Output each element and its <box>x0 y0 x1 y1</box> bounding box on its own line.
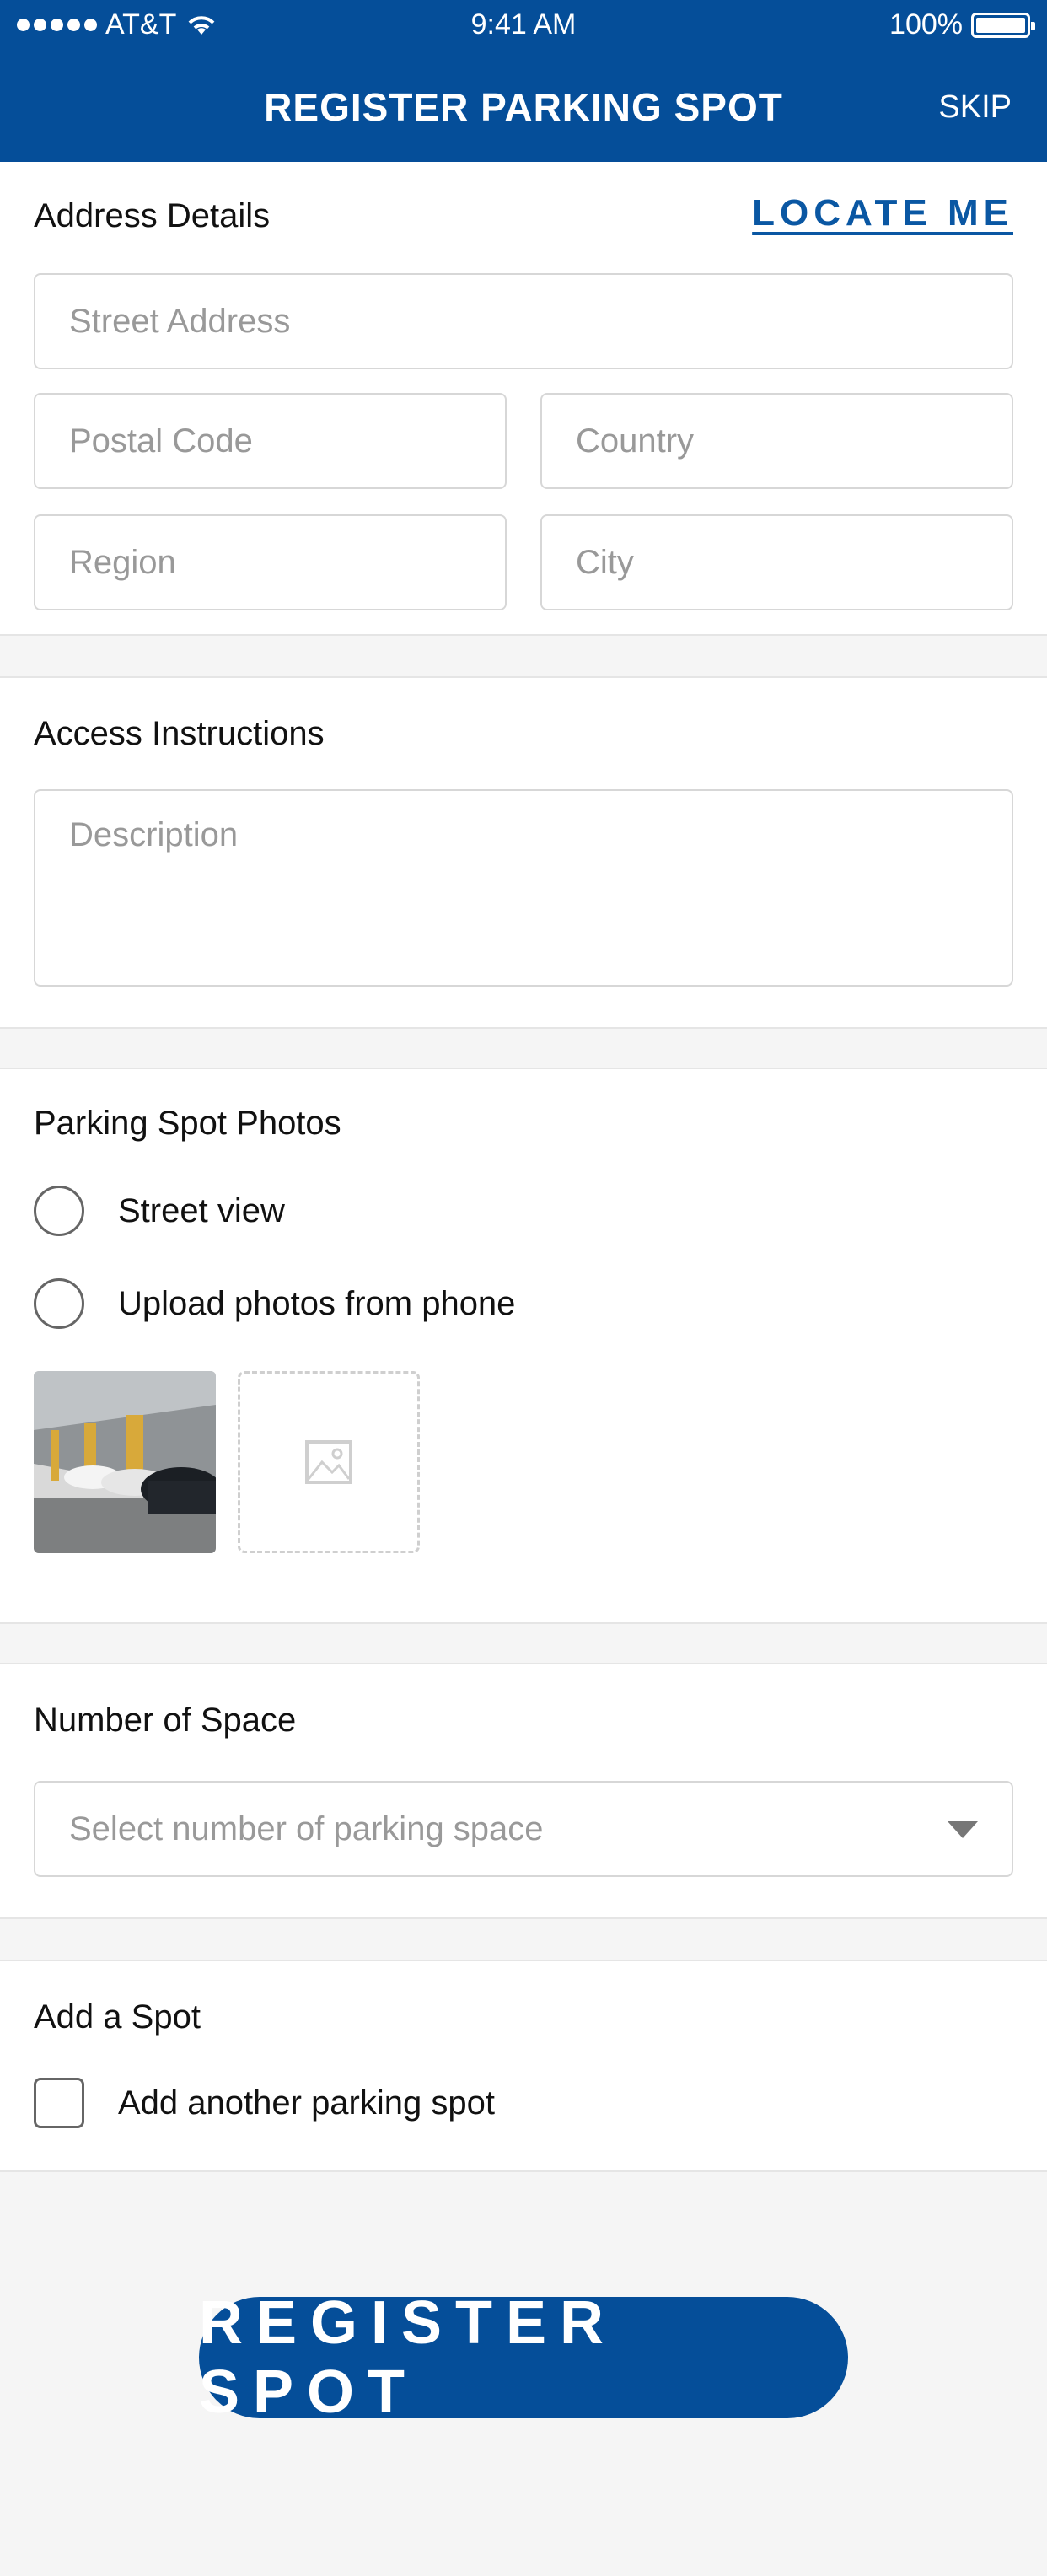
add-another-spot-option[interactable]: Add another parking spot <box>34 2078 495 2128</box>
add-spot-section-title: Add a Spot <box>34 1998 201 2036</box>
status-bar: AT&T 9:41 AM 100% <box>0 0 1047 54</box>
country-field[interactable]: Country <box>540 393 1013 489</box>
parking-garage-photo[interactable] <box>34 1371 216 1553</box>
access-section: Access Instructions Description <box>0 676 1047 1029</box>
battery-area: 100% <box>889 8 1035 41</box>
chevron-down-icon <box>948 1821 978 1838</box>
photos-section-title: Parking Spot Photos <box>34 1105 341 1142</box>
description-field[interactable]: Description <box>34 789 1013 987</box>
postal-code-field[interactable]: Postal Code <box>34 393 507 489</box>
upload-photos-option[interactable]: Upload photos from phone <box>34 1278 515 1329</box>
spaces-section-title: Number of Space <box>34 1702 297 1739</box>
add-another-spot-checkbox[interactable] <box>34 2078 84 2128</box>
street-address-field[interactable]: Street Address <box>34 273 1013 369</box>
address-section-title: Address Details <box>34 197 271 234</box>
street-view-option[interactable]: Street view <box>34 1186 285 1236</box>
app-header: AT&T 9:41 AM 100% REGISTER PARKING SPOT … <box>0 0 1047 162</box>
locate-me-link[interactable]: LOCATE ME <box>752 192 1013 234</box>
add-another-spot-label: Add another parking spot <box>118 2084 495 2122</box>
address-section: Address Details LOCATE ME Street Address… <box>0 162 1047 636</box>
access-section-title: Access Instructions <box>34 715 325 752</box>
add-spot-section: Add a Spot Add another parking spot <box>0 1960 1047 2172</box>
region-field[interactable]: Region <box>34 514 507 610</box>
battery-icon <box>971 12 1035 38</box>
spaces-section: Number of Space Select number of parking… <box>0 1663 1047 1919</box>
image-icon <box>305 1440 352 1484</box>
space-count-select[interactable]: Select number of parking space <box>34 1781 1013 1877</box>
upload-photos-radio[interactable] <box>34 1278 84 1329</box>
battery-percent: 100% <box>889 8 963 40</box>
add-photo-button[interactable] <box>238 1371 420 1553</box>
page-title: REGISTER PARKING SPOT <box>264 85 783 129</box>
register-spot-button[interactable]: REGISTER SPOT <box>199 2289 848 2426</box>
space-count-placeholder: Select number of parking space <box>69 1810 544 1847</box>
street-view-label: Street view <box>118 1191 285 1229</box>
city-field[interactable]: City <box>540 514 1013 610</box>
street-view-radio[interactable] <box>34 1186 84 1236</box>
upload-photos-label: Upload photos from phone <box>118 1284 516 1322</box>
skip-button[interactable]: SKIP <box>938 89 1012 126</box>
photos-section: Parking Spot Photos Street view Upload p… <box>0 1068 1047 1624</box>
